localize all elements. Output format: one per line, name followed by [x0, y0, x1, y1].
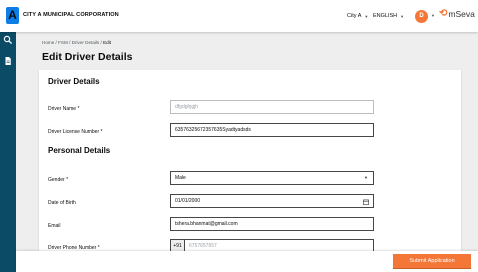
sidebar — [0, 32, 16, 272]
dob-label: Date of Birth — [48, 200, 76, 206]
dob-value: 01/01/2000 — [175, 198, 201, 204]
driver-details-heading: Driver Details — [48, 77, 100, 86]
gender-value: Male — [175, 175, 186, 181]
page-title: Edit Driver Details — [42, 51, 133, 63]
breadcrumb-current: Edit — [103, 40, 111, 45]
driver-name-value: dfgdghjgjh — [175, 104, 199, 110]
driver-name-label: Driver Name * — [48, 106, 80, 112]
chevron-down-icon: ▼ — [364, 175, 368, 180]
email-label: Email — [48, 223, 61, 229]
document-icon[interactable] — [3, 56, 13, 66]
email-field[interactable]: tshera.bhanmat@gmail.com — [170, 217, 374, 231]
breadcrumb-driver-details[interactable]: Driver Details — [72, 40, 100, 45]
top-bar: A CITY A MUNICIPAL CORPORATION City A ▼ … — [0, 0, 478, 32]
chevron-down-icon: ▼ — [364, 13, 369, 19]
calendar-icon[interactable] — [363, 198, 369, 205]
user-avatar[interactable]: D — [415, 10, 428, 23]
breadcrumb-fsm[interactable]: FSM — [58, 40, 68, 45]
license-number-field[interactable]: 63576325672357635Syadtyadsds — [170, 123, 374, 137]
city-logo: A — [6, 7, 19, 24]
city-select-label: City A — [347, 13, 362, 19]
city-select[interactable]: City A ▼ — [347, 13, 368, 19]
email-value: tshera.bhanmat@gmail.com — [175, 221, 238, 227]
driver-name-field[interactable]: dfgdghjgjh — [170, 100, 374, 114]
phone-value: 6757657657 — [189, 243, 217, 249]
form-card: Driver Details Driver Name * dfgdghjgjh … — [39, 70, 461, 272]
breadcrumb-home[interactable]: Home — [42, 40, 54, 45]
gender-select[interactable]: Male ▼ — [170, 171, 374, 185]
brand-swirl-icon: ⟲ — [439, 8, 448, 19]
submit-application-button[interactable]: Submit Application — [393, 254, 471, 269]
language-select[interactable]: ENGLISH ▼ — [373, 13, 404, 19]
personal-details-heading: Personal Details — [48, 146, 111, 155]
chevron-down-icon: ▼ — [400, 13, 405, 19]
gender-label: Gender * — [48, 177, 69, 183]
brand-logo: ⟲ mSeva — [439, 8, 475, 20]
license-number-value: 63576325672357635Syadtyadsds — [175, 127, 251, 133]
org-name: CITY A MUNICIPAL CORPORATION — [23, 12, 119, 18]
breadcrumb: Home / FSM / Driver Details / Edit — [42, 40, 111, 45]
language-select-label: ENGLISH — [373, 13, 398, 19]
dob-field[interactable]: 01/01/2000 — [170, 194, 374, 208]
brand-name: mSeva — [448, 9, 475, 19]
action-bar: Submit Application — [16, 251, 478, 272]
chevron-down-icon[interactable]: ▼ — [431, 13, 435, 18]
license-number-label: Driver License Number * — [48, 129, 103, 135]
search-icon[interactable] — [3, 35, 13, 45]
